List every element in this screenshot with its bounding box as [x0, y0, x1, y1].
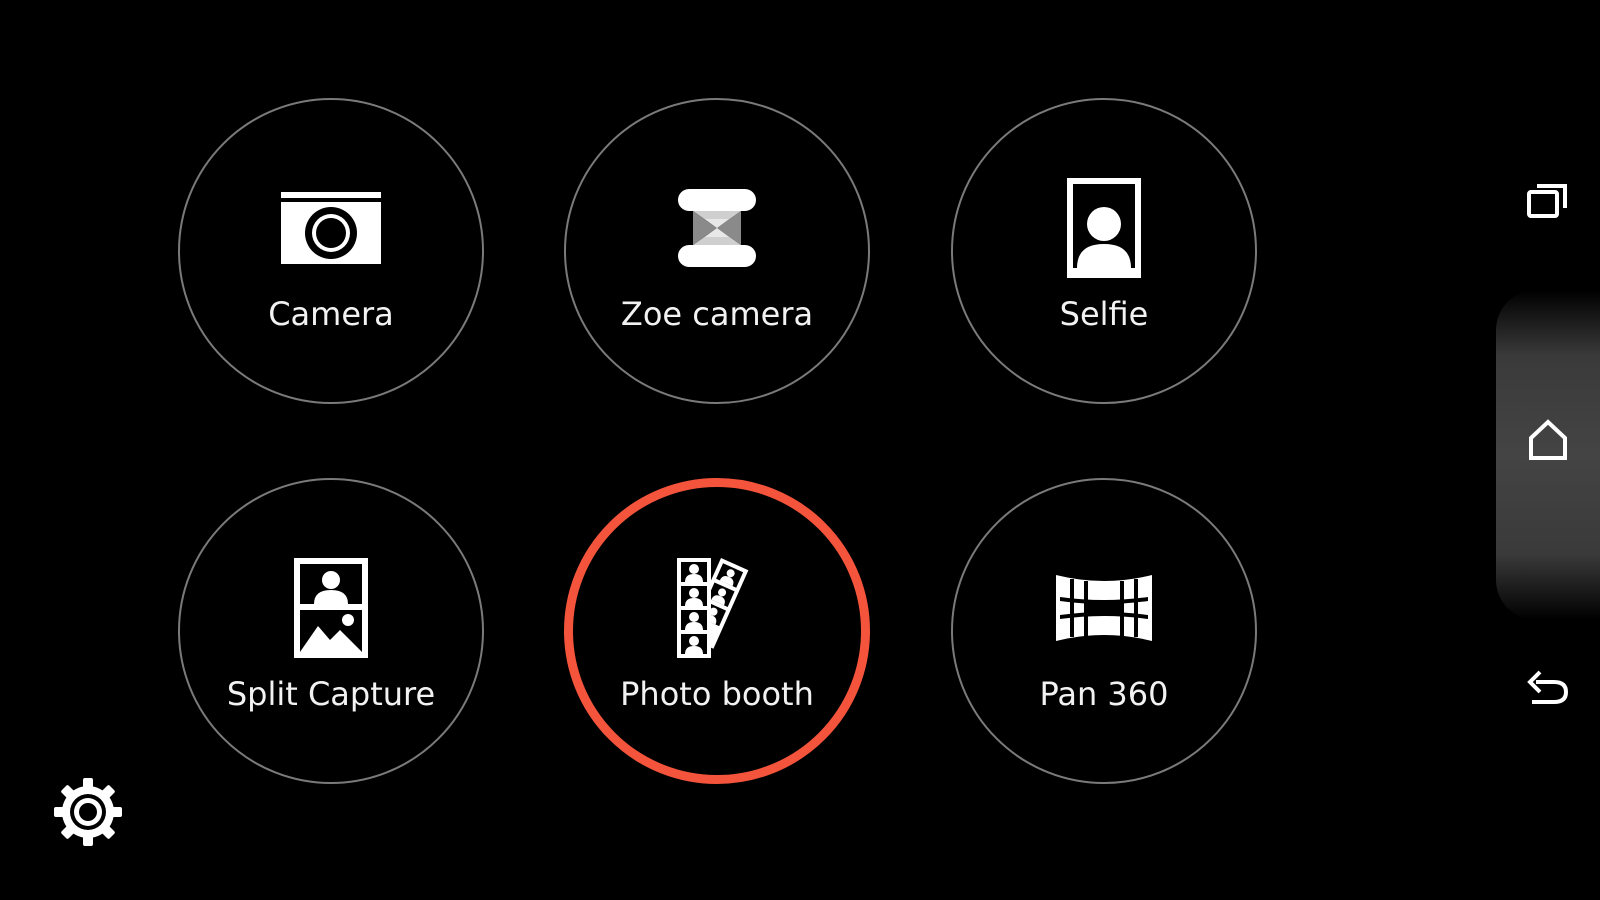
mode-pan-360-button[interactable]: Pan 360 [951, 478, 1257, 784]
camera-icon [276, 173, 386, 283]
home-button[interactable] [1522, 414, 1574, 466]
home-icon [1529, 419, 1567, 460]
pan-360-icon [1049, 553, 1159, 663]
mode-label: Selfie [1059, 295, 1149, 333]
photo-booth-icon [662, 553, 772, 663]
mode-split-capture-button[interactable]: Split Capture [178, 478, 484, 784]
zoe-camera-icon [662, 173, 772, 283]
back-icon [1527, 670, 1569, 704]
mode-selfie-button[interactable]: Selfie [951, 98, 1257, 404]
mode-zoe-camera-button[interactable]: Zoe camera [564, 98, 870, 404]
mode-label: Photo booth [620, 675, 814, 713]
back-button[interactable] [1522, 662, 1574, 714]
recent-apps-icon [1527, 184, 1567, 218]
mode-label: Pan 360 [1039, 675, 1169, 713]
navigation-bar [1496, 0, 1600, 900]
split-capture-icon [276, 553, 386, 663]
gear-icon [54, 778, 122, 846]
mode-label: Camera [268, 295, 394, 333]
recent-apps-button[interactable] [1522, 174, 1574, 226]
mode-label: Zoe camera [620, 295, 814, 333]
mode-camera-button[interactable]: Camera [178, 98, 484, 404]
mode-label: Split Capture [226, 675, 436, 713]
settings-button[interactable] [52, 776, 124, 848]
selfie-icon [1049, 173, 1159, 283]
mode-photo-booth-button[interactable]: Photo booth [564, 478, 870, 784]
